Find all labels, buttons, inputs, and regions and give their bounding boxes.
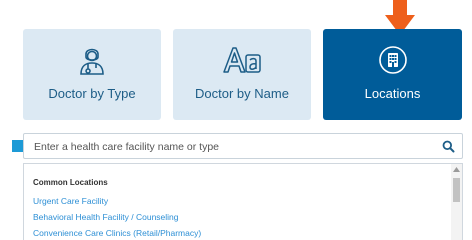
- common-locations-heading: Common Locations: [33, 178, 108, 187]
- doctor-by-name-label: Doctor by Name: [195, 86, 289, 101]
- facility-search-box: [23, 133, 463, 159]
- scroll-thumb[interactable]: [453, 178, 460, 202]
- building-icon: [378, 44, 408, 76]
- find-care-panel: Doctor by Type Doctor by Name Locations …: [0, 0, 472, 240]
- doctor-by-name-tile[interactable]: Doctor by Name: [173, 29, 311, 120]
- location-suggestions-dropdown: Common Locations Urgent Care Facility Be…: [23, 163, 463, 240]
- facility-search-input[interactable]: [34, 138, 424, 155]
- search-icon[interactable]: [442, 140, 455, 153]
- suggestion-convenience-care[interactable]: Convenience Care Clinics (Retail/Pharmac…: [33, 228, 201, 238]
- scroll-up-icon[interactable]: [453, 167, 460, 172]
- doctor-icon: [78, 44, 106, 76]
- locations-tile[interactable]: Locations: [323, 29, 462, 120]
- locations-label: Locations: [364, 86, 421, 101]
- doctor-by-type-label: Doctor by Type: [48, 86, 136, 101]
- text-size-icon: [222, 44, 262, 76]
- suggestion-behavioral-health[interactable]: Behavioral Health Facility / Counseling: [33, 212, 179, 222]
- doctor-by-type-tile[interactable]: Doctor by Type: [23, 29, 161, 120]
- dropdown-scrollbar[interactable]: [451, 164, 462, 240]
- suggestion-urgent-care[interactable]: Urgent Care Facility: [33, 196, 108, 206]
